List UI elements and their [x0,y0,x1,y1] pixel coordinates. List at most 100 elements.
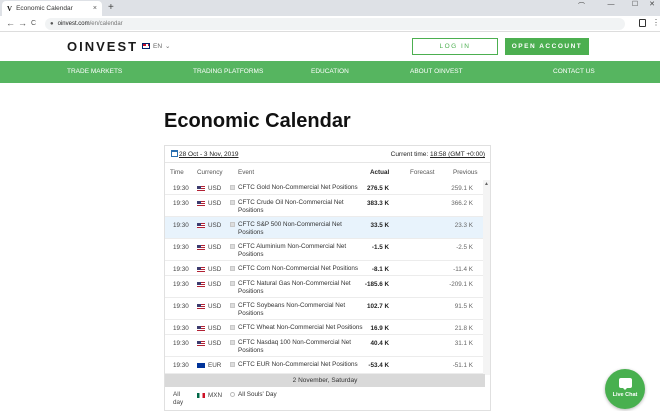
us-flag-icon [197,186,205,191]
event-currency: USD [197,281,221,288]
event-actual: -185.6 K [364,281,389,288]
event-currency: EUR [197,362,221,369]
currency-code: USD [208,244,222,251]
address-bar[interactable]: ● oinvest.com/en/calendar [45,18,625,30]
event-currency: USD [197,200,221,207]
close-window-button[interactable]: ✕ [641,0,660,12]
currency-code: USD [208,200,222,207]
main-nav: TRADE MARKETS TRADING PLATFORMS EDUCATIO… [0,61,660,83]
scroll-up-icon[interactable]: ▲ [484,181,489,187]
event-currency: USD [197,266,221,273]
currency-code: EUR [208,362,222,369]
table-row[interactable]: 19:30 USD CFTC Soybeans Non-Commercial N… [165,298,483,320]
event-previous: -2.5 K [456,244,473,251]
nav-about-oinvest[interactable]: ABOUT OINVEST [410,68,463,75]
table-row[interactable]: 19:30 EUR CFTC EUR Non-Commercial Net Po… [165,357,483,374]
event-previous: -209.1 K [449,281,473,288]
profile-indicator-icon: ⌒ [578,3,585,10]
nav-education[interactable]: EDUCATION [311,68,349,75]
event-name: CFTC Aluminium Non-Commercial Net Positi… [238,243,347,258]
event-previous: -51.1 K [452,362,473,369]
table-row[interactable]: 19:30 USD CFTC Aluminium Non-Commercial … [165,239,483,261]
language-label: EN [153,42,163,50]
currency-code: USD [208,340,222,347]
holiday-currency: MXN [197,392,222,399]
tab-economic-calendar[interactable]: V Economic Calendar × [2,1,102,16]
currency-code: USD [208,266,222,273]
oinvest-logo[interactable]: OINVEST [67,39,138,54]
us-flag-icon [197,341,205,346]
browser-menu-icon[interactable]: ⋮ [652,18,660,28]
calendar-header: Time Currency Event Actual Forecast Prev… [165,168,490,180]
event-time: 19:30 [173,340,189,347]
nav-contact-us[interactable]: CONTACT US [553,68,595,75]
live-chat-button[interactable]: Live Chat [605,369,645,409]
event-previous: 23.3 K [454,222,473,229]
minimize-button[interactable]: — [600,0,622,12]
event-currency: USD [197,340,221,347]
forward-button[interactable]: → [18,18,27,29]
table-row[interactable]: 19:30 USD CFTC Natural Gas Non-Commercia… [165,276,483,298]
holiday-icon [230,392,235,397]
browser-tabstrip: V Economic Calendar × + ⌒ — ☐ ✕ [0,0,660,16]
timezone-selector[interactable]: 18:58 (GMT +0:00) [430,151,485,158]
extension-icon[interactable] [639,19,646,27]
date-range-picker[interactable]: 28 Oct - 3 Nov, 2019 [179,151,239,158]
event-name: CFTC Natural Gas Non-Commercial Net Posi… [238,280,351,295]
event-currency: USD [197,303,221,310]
us-flag-icon [197,245,205,250]
table-row[interactable]: 19:30 USD CFTC Corn Non-Commercial Net P… [165,261,483,276]
col-time: Time [170,169,184,176]
login-button[interactable]: LOG IN [412,38,498,55]
event-actual: 276.5 K [366,185,389,192]
back-button[interactable]: ← [6,18,15,29]
col-actual: Actual [370,169,390,176]
importance-icon [230,266,235,271]
tab-close-icon[interactable]: × [93,5,97,12]
event-currency: USD [197,244,221,251]
table-row[interactable]: 19:30 USD CFTC Crude Oil Non-Commercial … [165,195,483,217]
event-actual: 16.9 K [370,325,389,332]
holiday-name: All Souls' Day [238,391,277,398]
current-time-label: Current time: [390,151,429,158]
language-selector[interactable]: EN ⌄ [142,42,170,50]
url-host: oinvest.com [57,21,90,27]
page-title: Economic Calendar [164,110,351,132]
uk-flag-icon [142,43,150,49]
mx-flag-icon [197,393,205,398]
nav-trading-platforms[interactable]: TRADING PLATFORMS [193,68,263,75]
event-name: CFTC S&P 500 Non-Commercial Net Position… [238,221,342,236]
currency-code: MXN [208,392,222,399]
nav-trade-markets[interactable]: TRADE MARKETS [67,68,122,75]
table-row[interactable]: 19:30 USD CFTC S&P 500 Non-Commercial Ne… [165,217,483,239]
importance-icon [230,303,235,308]
calendar-toolbar: 28 Oct - 3 Nov, 2019 Current time: 18:58… [165,146,490,163]
site-favicon-icon: V [7,4,13,13]
event-previous: 31.1 K [454,340,473,347]
current-time: Current time: 18:58 (GMT +0:00) [391,151,485,158]
importance-icon [230,362,235,367]
calendar-icon[interactable] [171,150,178,157]
col-currency: Currency [197,169,223,176]
event-actual: -53.4 K [368,362,389,369]
importance-icon [230,281,235,286]
us-flag-icon [197,282,205,287]
event-currency: USD [197,325,221,332]
col-forecast: Forecast [410,169,435,176]
event-name: CFTC Corn Non-Commercial Net Positions [238,265,359,272]
table-row[interactable]: 19:30 USD CFTC Gold Non-Commercial Net P… [165,180,483,195]
us-flag-icon [197,223,205,228]
site-header: OINVEST EN ⌄ LOG IN OPEN ACCOUNT [0,32,660,61]
holiday-row[interactable]: All day MXN All Souls' Day [165,387,485,411]
col-previous: Previous [453,169,478,176]
table-row[interactable]: 19:30 USD CFTC Nasdaq 100 Non-Commercial… [165,335,483,357]
reload-button[interactable]: C [31,18,36,29]
open-account-button[interactable]: OPEN ACCOUNT [505,38,589,55]
new-tab-button[interactable]: + [108,1,114,15]
us-flag-icon [197,304,205,309]
currency-code: USD [208,222,222,229]
calendar-scrollbar[interactable]: ▲ [483,180,490,375]
event-time: 19:30 [173,266,189,273]
event-time: 19:30 [173,200,189,207]
table-row[interactable]: 19:30 USD CFTC Wheat Non-Commercial Net … [165,320,483,335]
